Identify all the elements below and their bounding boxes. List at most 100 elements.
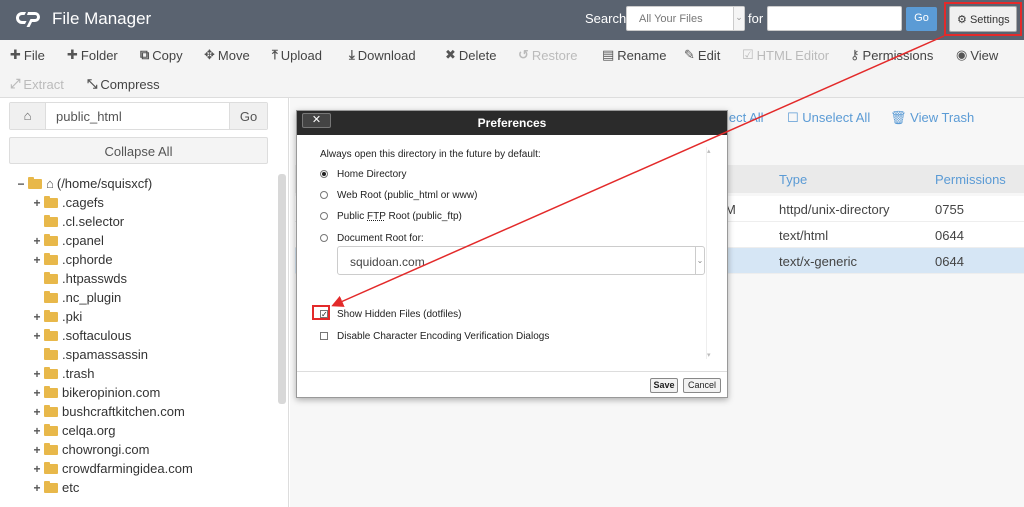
dialog-scrollbar[interactable] (706, 147, 712, 359)
tree-item-label: .pki (62, 309, 83, 324)
path-input[interactable]: public_html (56, 109, 122, 124)
undo-icon: ↺ (518, 47, 529, 62)
radio-home-directory[interactable] (320, 170, 328, 178)
home-icon: ⌂ (23, 108, 32, 123)
expand-toggle-icon[interactable]: + (32, 443, 42, 457)
expand-toggle-icon[interactable]: + (32, 196, 42, 210)
unselect-all-label: Unselect All (802, 110, 871, 125)
compress-label: Compress (100, 76, 160, 92)
tree-item[interactable]: + crowdfarmingidea.com (32, 459, 192, 478)
expand-toggle-icon[interactable]: + (32, 367, 42, 381)
expand-toggle-icon[interactable]: + (32, 462, 42, 476)
download-label: Download (357, 47, 416, 63)
expand-toggle-icon[interactable]: + (32, 386, 42, 400)
move-button[interactable]: ✥ Move (204, 47, 250, 63)
expand-toggle-icon[interactable]: + (32, 329, 42, 343)
view-trash-link[interactable]: 🗑 View Trash (890, 110, 974, 126)
radio-document-root-label[interactable]: Document Root for: (337, 233, 424, 244)
radio-ftp-root[interactable] (320, 212, 328, 220)
rename-label: Rename (617, 47, 667, 63)
tree-item[interactable]: + .pki (32, 307, 82, 326)
disable-encoding-checkbox[interactable] (320, 332, 328, 340)
upload-icon: ⤒ (272, 47, 278, 62)
tree-item[interactable]: + .cphorde (32, 250, 112, 269)
home-button[interactable]: ⌂ (10, 103, 46, 129)
eye-icon: ◉ (956, 47, 968, 62)
edit-button[interactable]: ✎ Edit (684, 47, 720, 63)
view-trash-label: View Trash (910, 110, 975, 125)
radio-document-root[interactable] (320, 234, 328, 242)
permissions-column-header[interactable]: Permissions (935, 172, 1006, 187)
radio-web-root-label[interactable]: Web Root (public_html or www) (337, 190, 477, 201)
tree-item[interactable]: + .cagefs (32, 193, 103, 212)
new-file-button[interactable]: ✚ File (10, 47, 45, 63)
tree-item[interactable]: + .trash (32, 364, 94, 383)
tree-item[interactable]: .nc_plugin (32, 288, 121, 307)
delete-button[interactable]: ✖ Delete (445, 47, 496, 63)
close-button[interactable]: ✕ (302, 113, 331, 128)
tree-item[interactable]: − ⌂ (/home/squisxcf) (16, 174, 152, 193)
extract-button[interactable]: ⤢ Extract (10, 76, 64, 92)
tree-item[interactable]: + bushcraftkitchen.com (32, 402, 184, 421)
tree-item[interactable]: + bikeropinion.com (32, 383, 160, 402)
dialog-footer: Save Cancel (297, 371, 727, 397)
type-column-header[interactable]: Type (779, 172, 807, 187)
tree-item-label: .nc_plugin (62, 290, 122, 305)
search-input[interactable] (767, 6, 902, 31)
tree-scrollbar[interactable] (278, 174, 286, 404)
collapse-all-button[interactable]: Collapse All (9, 137, 268, 164)
download-button[interactable]: ⤓ Download (349, 47, 416, 63)
radio-web-root[interactable] (320, 191, 328, 199)
radio-ftp-root-label[interactable]: Public FTP Root (public_ftp) (337, 211, 462, 222)
show-hidden-files-label[interactable]: Show Hidden Files (dotfiles) (337, 309, 462, 320)
expand-toggle-icon[interactable]: + (32, 253, 42, 267)
tree-item-label: celqa.org (62, 423, 116, 438)
document-root-domain-select[interactable]: squidoan.com ⌄ (337, 246, 705, 275)
ftp-label-suffix: Root (public_ftp) (385, 211, 462, 222)
new-folder-button[interactable]: ✚ Folder (67, 47, 118, 63)
tree-item[interactable]: + celqa.org (32, 421, 115, 440)
tree-item-label: (/home/squisxcf) (56, 176, 153, 191)
html-editor-label: HTML Editor (756, 47, 830, 63)
compress-button[interactable]: ⤡ Compress (87, 76, 160, 92)
tree-item[interactable]: .spamassassin (32, 345, 148, 364)
tree-item[interactable]: + .cpanel (32, 231, 103, 250)
dialog-title: Preferences (477, 116, 547, 130)
select-all-link[interactable]: lect All (726, 110, 764, 125)
tree-item-label: chowrongi.com (62, 442, 150, 457)
save-button[interactable]: Save (650, 378, 678, 393)
tree-item[interactable]: + chowrongi.com (32, 440, 149, 459)
view-label: View (970, 47, 999, 63)
row-permissions: 0755 (935, 202, 964, 217)
folder-icon (44, 309, 58, 322)
search-go-button[interactable]: Go (906, 7, 937, 31)
expand-toggle-icon[interactable]: + (32, 310, 42, 324)
path-go-button[interactable]: Go (229, 103, 267, 129)
tree-item[interactable]: .cl.selector (32, 212, 124, 231)
unselect-all-link[interactable]: ☐ Unselect All (787, 110, 870, 126)
tree-item[interactable]: .htpasswds (32, 269, 127, 288)
upload-button[interactable]: ⤒ Upload (272, 47, 322, 63)
view-button[interactable]: ◉ View (956, 47, 998, 63)
copy-button[interactable]: ⧉ Copy (140, 47, 183, 63)
expand-toggle-icon[interactable]: + (32, 234, 42, 248)
preferences-dialog: Preferences ✕ Always open this directory… (296, 110, 728, 398)
rename-button[interactable]: ▤ Rename (602, 47, 666, 63)
tree-item[interactable]: + .softaculous (32, 326, 131, 345)
restore-button[interactable]: ↺ Restore (518, 47, 577, 63)
folder-icon (28, 176, 42, 189)
collapse-toggle-icon[interactable]: − (16, 177, 26, 191)
html-editor-button[interactable]: ☑ HTML Editor (742, 47, 829, 63)
brand[interactable]: File Manager (16, 9, 151, 29)
settings-highlight-annotation (944, 2, 1022, 36)
expand-toggle-icon[interactable]: + (32, 424, 42, 438)
expand-toggle-icon[interactable]: + (32, 405, 42, 419)
disable-encoding-label[interactable]: Disable Character Encoding Verification … (337, 331, 549, 342)
tree-item[interactable]: + etc (32, 478, 79, 497)
cancel-button[interactable]: Cancel (683, 378, 721, 393)
permissions-button[interactable]: ⚷ Permissions (850, 47, 933, 63)
expand-toggle-icon[interactable]: + (32, 481, 42, 495)
radio-home-directory-label[interactable]: Home Directory (337, 169, 406, 180)
top-header: File Manager Search All Your Files ⌄ for… (0, 0, 1024, 40)
search-scope-select[interactable]: All Your Files ⌄ (626, 6, 745, 31)
